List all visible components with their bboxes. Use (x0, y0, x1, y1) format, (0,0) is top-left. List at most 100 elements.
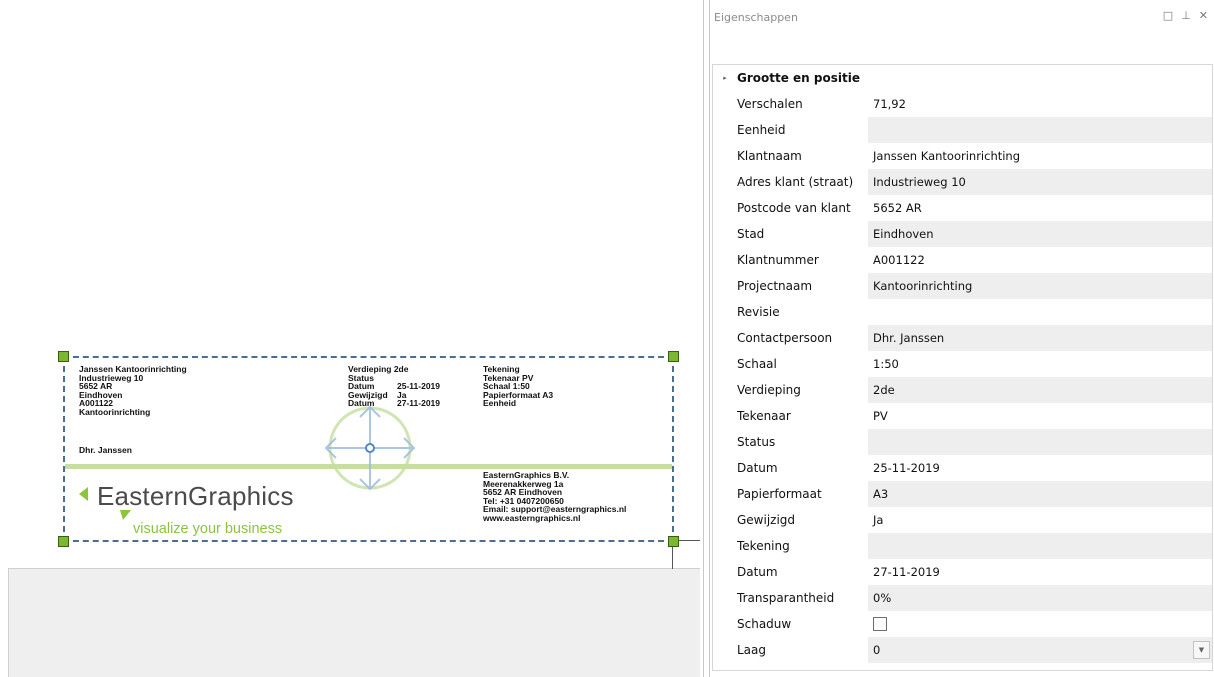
property-value[interactable]: Ja (868, 507, 1212, 533)
client-info: Janssen Kantoorinrichting Industrieweg 10… (79, 365, 187, 417)
maximize-icon[interactable]: □ (1163, 9, 1173, 22)
property-value[interactable] (868, 299, 1212, 325)
property-value-text: 1:50 (873, 357, 899, 371)
property-value[interactable]: Dhr. Janssen (868, 325, 1212, 351)
property-name: Datum (737, 565, 778, 579)
property-row[interactable]: Adres klant (straat) Industrieweg 10 (713, 169, 1212, 195)
property-row[interactable]: Postcode van klant 5652 AR (713, 195, 1212, 221)
property-row[interactable]: Contactpersoon Dhr. Janssen (713, 325, 1212, 351)
property-value-text: 0% (873, 591, 892, 605)
property-name: Adres klant (straat) (737, 175, 854, 189)
property-value-text: 25-11-2019 (873, 461, 940, 475)
property-value[interactable]: Janssen Kantoorinrichting (868, 143, 1212, 169)
property-value-text: A3 (873, 487, 889, 501)
company-line: www.easterngraphics.nl (483, 512, 581, 523)
company-info: EasternGraphics B.V. Meerenakkerweg 1a 565… (483, 471, 626, 523)
property-row[interactable]: Datum 25-11-2019 (713, 455, 1212, 481)
property-value[interactable]: 25-11-2019 (868, 455, 1212, 481)
property-row[interactable]: Schaduw (713, 611, 1212, 637)
property-row[interactable]: Tekenaar PV (713, 403, 1212, 429)
property-value[interactable]: Eindhoven (868, 221, 1212, 247)
property-value-text: Dhr. Janssen (873, 331, 945, 345)
property-value[interactable]: 71,92 (868, 91, 1212, 117)
resize-handle-bottom-right[interactable] (668, 536, 679, 547)
property-value[interactable]: A001122 (868, 247, 1212, 273)
contact-person: Dhr. Janssen (79, 445, 132, 455)
property-value[interactable]: Industrieweg 10 (868, 169, 1212, 195)
property-value[interactable] (868, 611, 1212, 637)
property-value[interactable]: 5652 AR (868, 195, 1212, 221)
property-row[interactable]: Tekening (713, 533, 1212, 559)
property-value[interactable]: 27-11-2019 (868, 559, 1212, 585)
property-value-text: 27-11-2019 (873, 565, 940, 579)
drawing-canvas[interactable]: Janssen Kantoorinrichting Industrieweg 10… (0, 0, 700, 677)
property-name: Verschalen (737, 97, 803, 111)
property-name: Klantnummer (737, 253, 819, 267)
property-name: Status (737, 435, 776, 449)
property-row[interactable]: Klantnummer A001122 (713, 247, 1212, 273)
panel-splitter[interactable] (703, 0, 710, 677)
property-value[interactable]: 0% (868, 585, 1212, 611)
logo-tagline: visualize your business (133, 521, 283, 537)
property-row[interactable]: Verschalen 71,92 (713, 91, 1212, 117)
property-row[interactable]: Revisie (713, 299, 1212, 325)
property-name: Contactpersoon (737, 331, 833, 345)
property-value[interactable]: 1:50 (868, 351, 1212, 377)
move-gizmo-icon[interactable] (316, 405, 424, 491)
canvas-lower-area (8, 568, 700, 677)
property-row[interactable]: Stad Eindhoven (713, 221, 1212, 247)
property-value[interactable] (868, 533, 1212, 559)
property-value-text: PV (873, 409, 888, 423)
panel-window-buttons: □ ⊥ ✕ (1163, 9, 1208, 22)
property-name: Schaal (737, 357, 777, 371)
property-row[interactable]: Status (713, 429, 1212, 455)
property-name: Transparantheid (737, 591, 835, 605)
property-row[interactable]: Datum 27-11-2019 (713, 559, 1212, 585)
property-name: Eenheid (737, 123, 786, 137)
property-row[interactable]: Klantnaam Janssen Kantoorinrichting (713, 143, 1212, 169)
group-label: Grootte en positie (737, 71, 860, 85)
properties-panel: Eigenschappen □ ⊥ ✕ ▸ Grootte en positie… (710, 0, 1214, 677)
property-value[interactable]: Kantoorinrichting (868, 273, 1212, 299)
property-row[interactable]: Papierformaat A3 (713, 481, 1212, 507)
resize-handle-bottom-left[interactable] (58, 536, 69, 547)
property-value-text: Eindhoven (873, 227, 934, 241)
property-value[interactable] (868, 117, 1212, 143)
property-row[interactable]: Laag 0 ▼ (713, 637, 1212, 663)
floor-status-values: 25-11-2019 Ja 27-11-2019 (397, 365, 440, 408)
property-value[interactable]: 0 ▼ (868, 637, 1212, 663)
property-value-text: 5652 AR (873, 201, 922, 215)
property-name: Tekenaar (737, 409, 791, 423)
property-name: Schaduw (737, 617, 792, 631)
property-value[interactable]: A3 (868, 481, 1212, 507)
property-value-text: Ja (873, 513, 884, 527)
pin-icon[interactable]: ⊥ (1181, 9, 1191, 22)
property-value-text: 0 (873, 643, 881, 657)
property-name: Projectnaam (737, 279, 813, 293)
property-name: Klantnaam (737, 149, 802, 163)
property-row[interactable]: Transparantheid 0% (713, 585, 1212, 611)
group-header-size-position[interactable]: ▸ Grootte en positie (713, 65, 1212, 91)
property-row[interactable]: Verdieping 2de (713, 377, 1212, 403)
property-name: Postcode van klant (737, 201, 851, 215)
property-value[interactable]: PV (868, 403, 1212, 429)
property-name: Verdieping (737, 383, 801, 397)
property-value-text: 71,92 (873, 97, 906, 111)
property-value[interactable]: 2de (868, 377, 1212, 403)
layer-dropdown-button[interactable]: ▼ (1193, 641, 1210, 659)
property-name: Papierformaat (737, 487, 822, 501)
shadow-checkbox[interactable] (873, 617, 887, 631)
resize-handle-top-left[interactable] (58, 351, 69, 362)
expand-triangle-icon[interactable]: ▸ (713, 74, 737, 82)
property-row[interactable]: Gewijzigd Ja (713, 507, 1212, 533)
property-row[interactable]: Eenheid (713, 117, 1212, 143)
drawing-info: Tekening Tekenaar PV Schaal 1:50 Papierform… (483, 365, 553, 408)
property-value-text: 2de (873, 383, 895, 397)
resize-handle-top-right[interactable] (668, 351, 679, 362)
property-value[interactable] (868, 429, 1212, 455)
property-row[interactable]: Projectnaam Kantoorinrichting (713, 273, 1212, 299)
property-value-text: Kantoorinrichting (873, 279, 973, 293)
property-row[interactable]: Schaal 1:50 (713, 351, 1212, 377)
close-icon[interactable]: ✕ (1199, 9, 1208, 22)
property-name: Datum (737, 461, 778, 475)
